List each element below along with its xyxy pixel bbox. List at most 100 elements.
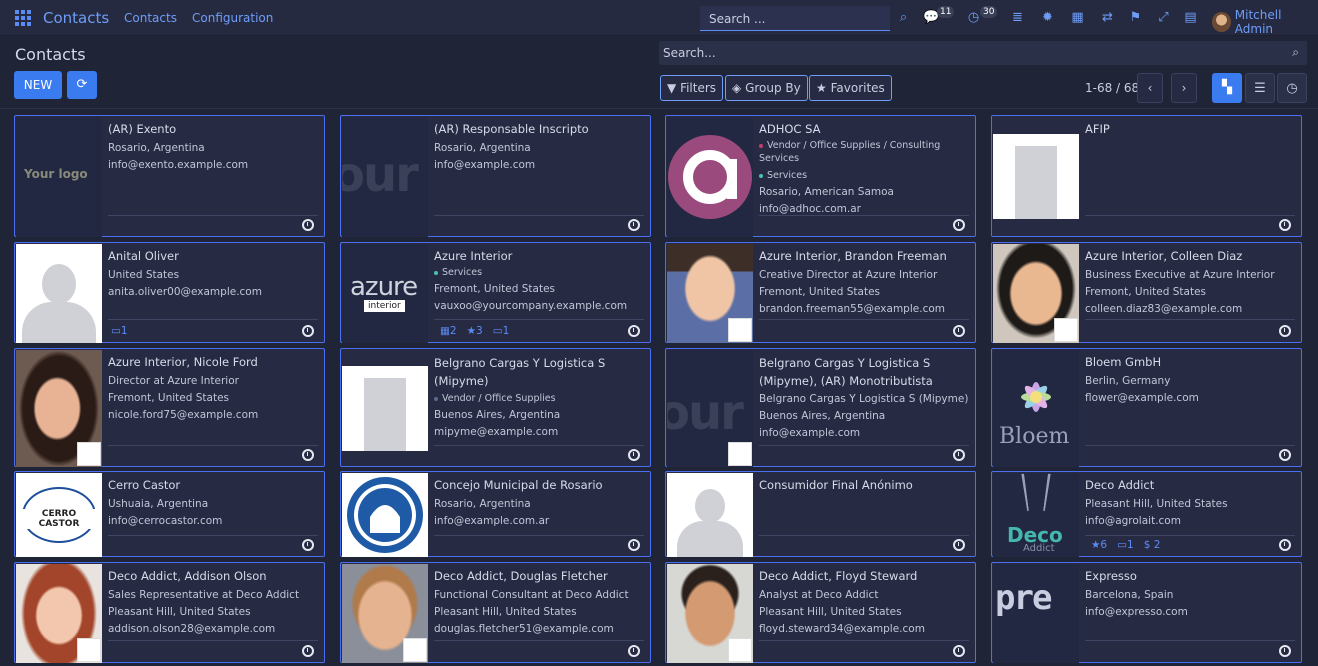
activity-clock-icon[interactable] <box>953 449 965 461</box>
search-input[interactable]: Search... ⌕ <box>659 41 1307 65</box>
contact-image: pre <box>993 564 1079 663</box>
menu-configuration[interactable]: Configuration <box>192 11 273 25</box>
activity-view-button[interactable]: ◷ <box>1277 73 1307 103</box>
meetings-stat[interactable]: ▦2 <box>440 325 457 337</box>
contact-card[interactable]: Azure Interior, Nicole Ford Director at … <box>14 348 325 467</box>
reload-button[interactable]: ⟳ <box>67 71 97 99</box>
activity-clock-icon[interactable] <box>628 325 640 337</box>
clock-icon: ◷ <box>1286 81 1298 96</box>
calculator-icon[interactable]: ▦ <box>1070 10 1085 25</box>
contact-card[interactable]: Deco Addict Deco Addict Pleasant Hill, U… <box>991 471 1302 557</box>
company-placeholder-image <box>342 366 428 451</box>
contact-email: info@example.com <box>434 159 536 171</box>
contact-card[interactable]: our (AR) Responsable Inscripto Rosario, … <box>340 115 651 237</box>
contact-card[interactable]: Anital Oliver United States anita.oliver… <box>14 242 325 343</box>
contact-card[interactable]: ADHOC SA Vendor / Office Supplies / Cons… <box>665 115 976 237</box>
activities-icon[interactable]: ◷ <box>966 10 981 25</box>
activity-clock-icon[interactable] <box>1279 645 1291 657</box>
page-title: Contacts <box>15 45 86 64</box>
bank-account-stat[interactable]: ▭1 <box>493 325 510 337</box>
contact-card[interactable]: Consumidor Final Anónimo <box>665 471 976 557</box>
list-view-icon[interactable]: ≣ <box>1010 10 1025 25</box>
pager-next-button[interactable]: › <box>1171 73 1197 103</box>
activity-clock-icon[interactable] <box>628 219 640 231</box>
contact-card[interactable]: azure interior Azure Interior Services F… <box>340 242 651 343</box>
pager-value[interactable]: 1-68 / 68 <box>1085 81 1139 95</box>
contact-address: Barcelona, Spain <box>1085 589 1174 601</box>
activity-clock-icon[interactable] <box>302 325 314 337</box>
opportunities-stat[interactable]: ★3 <box>467 325 483 337</box>
filters-button[interactable]: ▼ Filters <box>660 75 724 101</box>
divider <box>759 215 969 216</box>
activity-clock-icon[interactable] <box>628 449 640 461</box>
bank-account-stat[interactable]: ▭1 <box>111 325 128 337</box>
bookmark-icon[interactable]: ⚑ <box>1128 10 1143 25</box>
search-icon[interactable]: ⌕ <box>1292 45 1299 60</box>
chevron-left-icon: ‹ <box>1147 81 1153 95</box>
contact-name: Deco Addict <box>1085 478 1155 492</box>
municipal-seal-logo <box>347 477 423 553</box>
contact-address: Buenos Aires, Argentina <box>434 409 561 421</box>
activity-clock-icon[interactable] <box>302 645 314 657</box>
activity-clock-icon[interactable] <box>628 539 640 551</box>
activity-clock-icon[interactable] <box>1279 449 1291 461</box>
divider <box>108 215 318 216</box>
kanban-view-button[interactable]: ▚ <box>1212 73 1242 103</box>
activity-clock-icon[interactable] <box>1279 219 1291 231</box>
group-by-button[interactable]: ◈ Group By <box>725 75 808 101</box>
contact-photo <box>16 350 102 467</box>
contact-card[interactable]: Concejo Municipal de Rosario Rosario, Ar… <box>340 471 651 557</box>
contact-card[interactable]: Bloem Bloem GmbH Berlin, Germany flower@… <box>991 348 1302 467</box>
activity-clock-icon[interactable] <box>302 219 314 231</box>
activity-clock-icon[interactable] <box>628 645 640 657</box>
contact-card[interactable]: Belgrano Cargas Y Logistica S (Mipyme) V… <box>340 348 651 467</box>
sales-stat[interactable]: $ 2 <box>1144 539 1161 551</box>
activity-clock-icon[interactable] <box>953 539 965 551</box>
building-icon <box>364 378 406 451</box>
contact-card[interactable]: pre Expresso Barcelona, Spain info@expre… <box>991 562 1302 663</box>
contact-card[interactable]: Deco Addict, Addison Olson Sales Represe… <box>14 562 325 663</box>
pager-previous-button[interactable]: ‹ <box>1137 73 1163 103</box>
new-button[interactable]: NEW <box>14 71 62 99</box>
global-search-input[interactable]: Search ... <box>700 6 890 31</box>
contact-address: Rosario, Argentina <box>434 142 531 154</box>
translate-icon[interactable]: ⇄ <box>1100 10 1115 25</box>
contact-card[interactable]: our Belgrano Cargas Y Logistica S (Mipym… <box>665 348 976 467</box>
divider <box>759 319 969 320</box>
contact-card[interactable]: CERRO CASTOR Cerro Castor Ushuaia, Argen… <box>14 471 325 557</box>
divider <box>1085 215 1295 216</box>
bank-account-stat[interactable]: ▭1 <box>1117 539 1134 551</box>
contact-photo <box>993 244 1079 343</box>
activity-clock-icon[interactable] <box>1279 325 1291 337</box>
activity-clock-icon[interactable] <box>953 325 965 337</box>
activity-clock-icon[interactable] <box>302 449 314 461</box>
activity-clock-icon[interactable] <box>302 539 314 551</box>
messages-icon[interactable]: 💬 <box>923 10 939 25</box>
menu-contacts[interactable]: Contacts <box>124 11 177 25</box>
divider <box>108 319 318 320</box>
contact-card[interactable]: Azure Interior, Colleen Diaz Business Ex… <box>991 242 1302 343</box>
app-name[interactable]: Contacts <box>43 9 109 27</box>
fullscreen-icon[interactable]: ⤢ <box>1156 10 1171 25</box>
contact-card[interactable]: Your logo (AR) Exento Rosario, Argentina… <box>14 115 325 237</box>
user-menu[interactable]: Mitchell Admin <box>1212 8 1318 36</box>
adhoc-logo <box>668 135 752 219</box>
contact-card[interactable]: Azure Interior, Brandon Freeman Creative… <box>665 242 976 343</box>
activity-clock-icon[interactable] <box>1279 539 1291 551</box>
contact-image <box>342 473 428 557</box>
list-view-button[interactable]: ☰ <box>1245 73 1275 103</box>
search-icon[interactable]: ⌕ <box>896 10 911 25</box>
favorites-button[interactable]: ★ Favorites <box>809 75 892 101</box>
activity-clock-icon[interactable] <box>953 219 965 231</box>
contact-card[interactable]: Deco Addict, Douglas Fletcher Functional… <box>340 562 651 663</box>
activity-clock-icon[interactable] <box>953 645 965 657</box>
expresso-logo-text: pre <box>995 578 1052 618</box>
contact-function: Creative Director at Azure Interior <box>759 269 938 281</box>
opportunities-stat[interactable]: ★6 <box>1091 539 1107 551</box>
contact-card[interactable]: AFIP <box>991 115 1302 237</box>
bug-icon[interactable]: ✹ <box>1040 10 1055 25</box>
document-icon[interactable]: ▤ <box>1183 10 1198 25</box>
apps-menu-icon[interactable] <box>15 10 33 26</box>
person-head <box>695 489 725 523</box>
contact-card[interactable]: Deco Addict, Floyd Steward Analyst at De… <box>665 562 976 663</box>
